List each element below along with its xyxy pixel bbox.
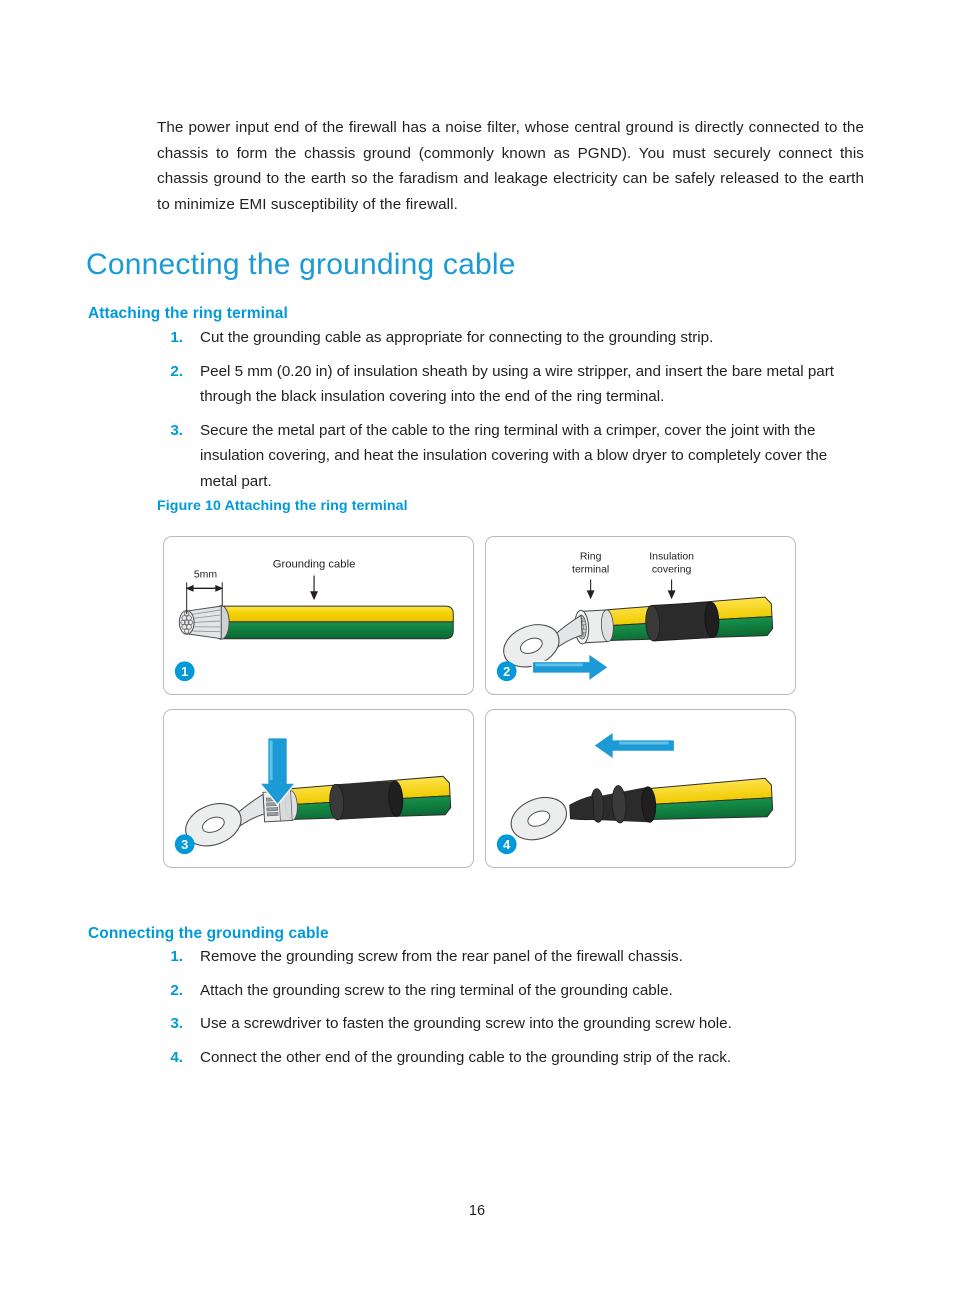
insulation-neck [569,795,595,821]
step-number: 3. [170,421,183,439]
panel-badge-label: 4 [503,837,511,852]
arrow-left-icon [592,730,676,761]
list-item: 2. Attach the grounding screw to the rin… [157,978,864,1004]
list-item: 3. Secure the metal part of the cable to… [157,418,864,495]
step-number: 2. [170,362,183,380]
panel-badge-label: 2 [503,664,510,679]
step-text: Peel 5 mm (0.20 in) of insulation sheath… [200,362,834,406]
step-number: 3. [170,1015,183,1032]
list-item: 1. Cut the grounding cable as appropriat… [157,325,864,351]
insulation-covering [651,602,713,641]
step-number: 1. [170,329,183,346]
panel-badge-label: 3 [181,837,188,852]
page-title: Connecting the grounding cable [86,248,516,282]
list-item: 1. Remove the grounding screw from the r… [157,944,864,970]
step-text: Attach the grounding screw to the ring t… [200,981,673,999]
label-ring-terminal-line2: terminal [572,565,609,576]
label-insulation-covering-line2: covering [652,565,692,576]
cable-green-sheath [220,621,454,640]
step-text: Connect the other end of the grounding c… [200,1048,732,1066]
document-page: The power input end of the firewall has … [0,0,954,1296]
step-number: 4. [170,1048,183,1066]
label-grounding-cable: Grounding cable [273,559,356,571]
figure-panel-2: Ring terminal Insulation covering 2 [485,536,796,695]
list-item: 2. Peel 5 mm (0.20 in) of insulation she… [157,359,864,410]
label-insulation-covering-line1: Insulation [649,552,694,563]
step-text: Remove the grounding screw from the rear… [200,948,683,965]
intro-paragraph: The power input end of the firewall has … [157,119,864,213]
page-number: 16 [468,1203,486,1219]
figure-panel-4: 4 [485,709,796,868]
figure-caption: Figure 10 Attaching the ring terminal [157,498,408,514]
figure-panel-3: 3 [163,709,474,868]
figure-10: Grounding cable 5mm 1 Ring terminal Insu… [163,536,797,877]
list-item: 3. Use a screwdriver to fasten the groun… [157,1011,864,1037]
list-item: 4. Connect the other end of the groundin… [157,1045,864,1071]
label-5mm: 5mm [194,569,218,580]
attaching-steps-list: 1. Cut the grounding cable as appropriat… [157,325,864,502]
subheading-connecting-grounding-cable: Connecting the grounding cable [88,924,329,942]
insulation-covering [335,780,397,820]
step-number: 1. [170,948,183,965]
label-ring-terminal-line1: Ring [580,552,602,563]
cable-yellow-sheath [220,605,454,623]
panel-badge-label: 1 [181,664,188,679]
step-text: Secure the metal part of the cable to th… [200,421,828,490]
step-text: Use a screwdriver to fasten the groundin… [200,1015,732,1032]
step-text: Cut the grounding cable as appropriate f… [200,329,714,346]
strand-cross-section [178,610,195,635]
subheading-attaching-ring-terminal: Attaching the ring terminal [88,304,288,322]
figure-panel-1: Grounding cable 5mm 1 [163,536,474,695]
connecting-steps-list: 1. Remove the grounding screw from the r… [157,944,864,1078]
step-number: 2. [170,981,183,999]
